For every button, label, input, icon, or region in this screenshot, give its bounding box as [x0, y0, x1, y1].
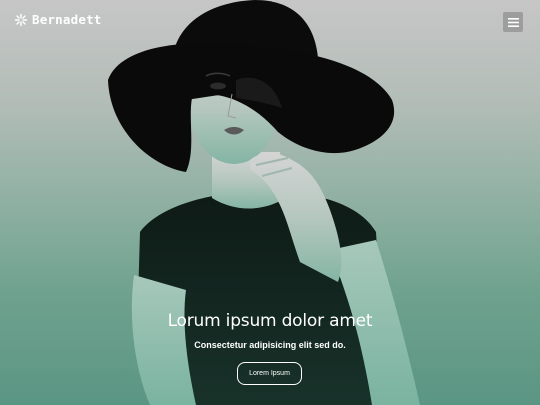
- hero-text: Lorum ipsum dolor amet Consectetur adipi…: [0, 309, 540, 351]
- brand-logo[interactable]: Bernadett: [14, 12, 102, 27]
- landing-page: Bernadett Lorum ipsum dolor amet Consect…: [0, 0, 540, 405]
- hamburger-menu-icon: [507, 17, 519, 27]
- hero-subtitle: Consectetur adipisicing elit sed do.: [194, 340, 346, 350]
- menu-button[interactable]: [503, 12, 523, 32]
- cta-button[interactable]: Lorem Ipsum: [237, 362, 302, 385]
- brand-name: Bernadett: [32, 12, 102, 27]
- hero-title: Lorum ipsum dolor amet: [167, 311, 373, 331]
- sparkle-icon: [14, 13, 28, 26]
